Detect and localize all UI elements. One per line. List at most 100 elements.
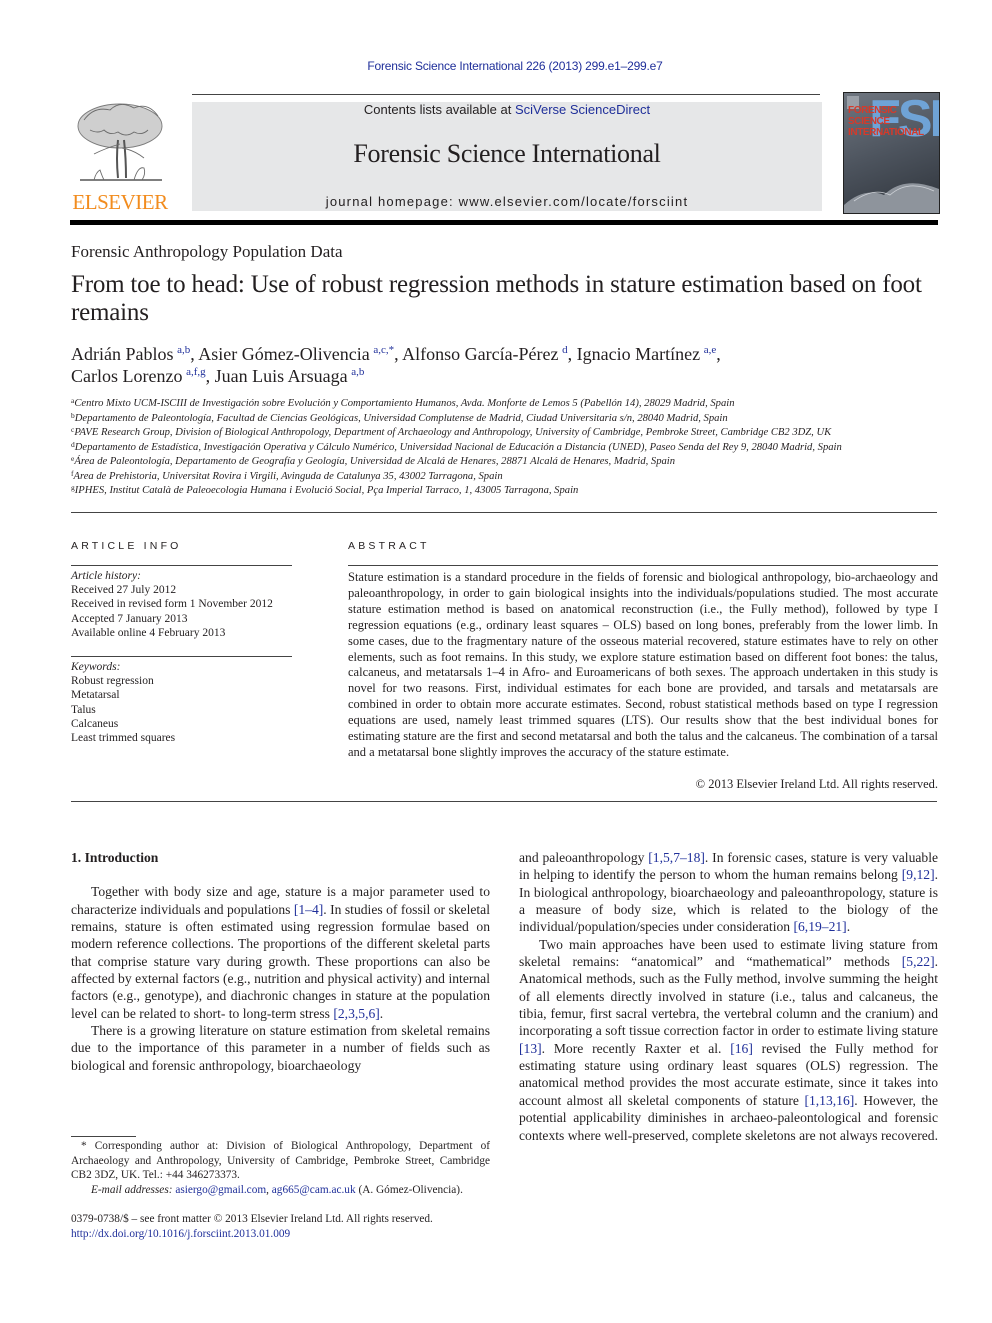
affiliation-item: dDepartamento de Estadística, Investigac… — [71, 440, 951, 456]
affiliation-list: aCentro Mixto UCM-ISCIII de Investigació… — [71, 397, 951, 499]
header-thick-divider — [70, 220, 938, 225]
author-name[interactable]: Adrián Pablos — [71, 344, 174, 364]
citation-link[interactable]: [16] — [730, 1041, 753, 1056]
abstract-bottom-divider — [71, 801, 937, 802]
keyword: Robust regression — [71, 675, 154, 688]
email-link[interactable]: asiergo@gmail.com — [175, 1184, 266, 1196]
citation-link[interactable]: [6,19–21] — [793, 919, 846, 934]
author-name[interactable]: Ignacio Martínez — [577, 344, 700, 364]
body-column-left: 1. Introduction Together with body size … — [71, 849, 490, 1074]
footnote-divider — [71, 1136, 136, 1137]
article-history: Article history: Received 27 July 2012 R… — [71, 569, 273, 640]
author-name[interactable]: Alfonso García-Pérez — [402, 344, 558, 364]
email-owner: (A. Gómez-Olivencia). — [358, 1183, 463, 1196]
elsevier-tree-icon — [77, 103, 163, 181]
contents-prefix: Contents lists available at — [363, 102, 515, 117]
cover-title-line: FORENSIC — [848, 105, 897, 116]
body-paragraph: There is a growing literature on stature… — [71, 1023, 490, 1073]
article-section-label: Forensic Anthropology Population Data — [71, 242, 343, 261]
homepage-link[interactable]: www.elsevier.com/locate/forsciint — [459, 194, 689, 209]
affiliation-item: eÁrea de Paleontología, Departamento de … — [71, 455, 951, 470]
elsevier-logo[interactable]: ELSEVIER — [68, 100, 172, 214]
history-entry: Available online 4 February 2013 — [71, 626, 226, 639]
doi-link[interactable]: http://dx.doi.org/10.1016/j.forsciint.20… — [71, 1227, 511, 1242]
email-label: E-mail addresses: — [91, 1183, 173, 1196]
author-affiliation-marker[interactable]: a,f,g — [186, 366, 206, 378]
journal-citation-link[interactable]: Forensic Science International 226 (2013… — [0, 59, 992, 73]
cover-title-line: SCIENCE — [848, 116, 890, 127]
author-affiliation-marker[interactable]: a,e — [704, 344, 717, 356]
body-paragraph: and paleoanthropology [1,5,7–18]. In for… — [519, 850, 939, 935]
author-name[interactable]: Asier Gómez-Olivencia — [198, 344, 369, 364]
affiliation-text: Departamento de Estadística, Investigaci… — [74, 441, 842, 453]
contents-line: Contents lists available at SciVerse Sci… — [192, 102, 822, 117]
affiliation-text: Centro Mixto UCM-ISCIII de Investigación… — [74, 398, 735, 409]
article-info-divider — [71, 565, 292, 566]
citation-link[interactable]: [1–4] — [294, 902, 323, 917]
corresponding-author-text: * Corresponding author at: Division of B… — [71, 1140, 490, 1181]
affiliation-item: gIPHES, Institut Català de Paleoecologia… — [71, 484, 951, 499]
issn-copyright: 0379-0738/$ – see front matter © 2013 El… — [71, 1213, 433, 1225]
abstract-text: Stature estimation is a standard procedu… — [348, 570, 938, 759]
front-matter: 0379-0738/$ – see front matter © 2013 El… — [71, 1212, 511, 1242]
corresponding-author-footnote: * Corresponding author at: Division of B… — [71, 1139, 490, 1197]
cover-title: FORENSIC SCIENCE INTERNATIONAL — [848, 105, 924, 138]
history-entry: Accepted 7 January 2013 — [71, 612, 188, 625]
affiliation-item: fArea de Prehistoria, Universitat Rovira… — [71, 469, 951, 485]
abstract-divider — [348, 565, 938, 566]
citation-link[interactable]: [1,13,16] — [804, 1093, 854, 1108]
affiliation-item: cPAVE Research Group, Division of Biolog… — [71, 426, 951, 441]
abstract-heading: ABSTRACT — [348, 540, 430, 552]
journal-banner: Contents lists available at SciVerse Sci… — [192, 102, 822, 211]
author-affiliation-marker[interactable]: d — [562, 344, 568, 356]
header-divider — [192, 94, 820, 95]
homepage-prefix: journal homepage: — [325, 194, 459, 209]
article-history-label: Article history: — [71, 570, 141, 582]
keywords: Keywords: Robust regression Metatarsal T… — [71, 660, 175, 745]
affiliation-item: bDepartamento de Paleontología, Facultad… — [71, 411, 951, 427]
journal-name: Forensic Science International — [353, 139, 661, 168]
body-paragraph: Two main approaches have been used to es… — [519, 936, 939, 1143]
history-entry: Received in revised form 1 November 2012 — [71, 598, 273, 611]
affiliation-divider — [71, 512, 937, 513]
author-list: Adrián Pablos a,b, Asier Gómez-Olivencia… — [71, 344, 721, 386]
article-info-heading: ARTICLE INFO — [71, 540, 182, 552]
citation-link[interactable]: [2,3,5,6] — [333, 1006, 379, 1021]
right-paragraphs: and paleoanthropology [1,5,7–18]. In for… — [519, 849, 938, 1144]
author-name[interactable]: Juan Luis Arsuaga — [215, 366, 348, 386]
keyword: Least trimmed squares — [71, 732, 176, 745]
sciencedirect-link[interactable]: SciVerse ScienceDirect — [515, 102, 650, 117]
author-name[interactable]: Carlos Lorenzo — [71, 366, 182, 386]
author-affiliation-marker[interactable]: a,c,* — [373, 344, 394, 356]
abstract-copyright: © 2013 Elsevier Ireland Ltd. All rights … — [695, 777, 938, 791]
affiliation-text: PAVE Research Group, Division of Biologi… — [74, 427, 832, 438]
affiliation-text: IPHES, Institut Català de Paleoecologia … — [74, 485, 579, 496]
article-title: From toe to head: Use of robust regressi… — [71, 271, 922, 326]
history-entry: Received 27 July 2012 — [71, 584, 177, 597]
body-column-right: and paleoanthropology [1,5,7–18]. In for… — [519, 849, 938, 1144]
keyword: Metatarsal — [71, 689, 120, 702]
journal-cover-image[interactable]: FSI FORENSIC SCIENCE INTERNATIONAL — [843, 92, 940, 214]
keywords-divider — [71, 656, 292, 657]
cover-illustration — [844, 183, 939, 213]
author-affiliation-marker[interactable]: a,b — [177, 344, 190, 356]
cover-title-line: INTERNATIONAL — [848, 127, 924, 138]
left-paragraphs: Together with body size and age, stature… — [71, 883, 490, 1074]
email-link[interactable]: ag665@cam.ac.uk — [272, 1184, 356, 1196]
citation-link[interactable]: [13] — [519, 1041, 542, 1056]
keyword: Talus — [71, 703, 96, 716]
email-line: E-mail addresses: asiergo@gmail.com, ag6… — [91, 1183, 463, 1196]
body-paragraph: Together with body size and age, stature… — [71, 884, 490, 1021]
citation-link[interactable]: [9,12] — [902, 867, 935, 882]
affiliation-text: Área de Paleontología, Departamento de G… — [74, 456, 676, 467]
affiliation-text: Area de Prehistoria, Universitat Rovira … — [73, 470, 503, 482]
keyword: Calcaneus — [71, 717, 119, 730]
affiliation-text: Departamento de Paleontología, Facultad … — [74, 412, 728, 424]
citation-link[interactable]: [1,5,7–18] — [648, 850, 705, 865]
affiliation-item: aCentro Mixto UCM-ISCIII de Investigació… — [71, 397, 951, 412]
journal-homepage: journal homepage: www.elsevier.com/locat… — [192, 194, 822, 209]
citation-link[interactable]: [5,22] — [902, 954, 935, 969]
keywords-label: Keywords: — [71, 661, 121, 673]
section-heading-introduction: 1. Introduction — [71, 850, 159, 865]
author-affiliation-marker[interactable]: a,b — [351, 366, 364, 378]
